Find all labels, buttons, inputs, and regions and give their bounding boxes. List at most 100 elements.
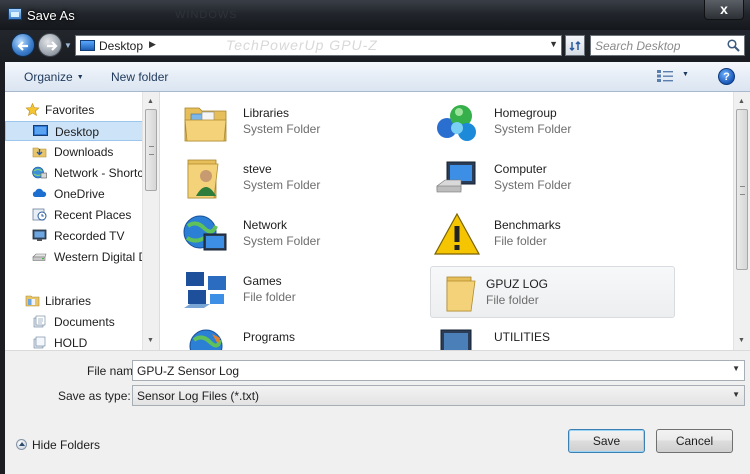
nav-label: Favorites (45, 103, 95, 117)
file-name: Computer (494, 162, 547, 176)
search-box[interactable] (590, 35, 745, 56)
file-tile[interactable]: steve System Folder (174, 152, 419, 204)
file-name: Games (243, 274, 282, 288)
file-type: File folder (494, 234, 547, 248)
nav-recorded-tv[interactable]: Recorded TV (5, 226, 146, 246)
star-icon (25, 103, 40, 116)
file-type: File folder (486, 293, 539, 307)
nav-label: HOLD (54, 336, 88, 350)
file-type: System Folder (243, 234, 321, 248)
address-row: ▼ Desktop ▶ TechPowerUp GPU-Z ▼ (0, 30, 750, 62)
file-tile[interactable]: Network System Folder (174, 208, 419, 260)
refresh-icon (569, 40, 581, 52)
nav-desktop[interactable]: Desktop (5, 121, 146, 141)
nav-label: Recorded TV (54, 229, 125, 243)
file-tile[interactable]: Libraries System Folder (174, 96, 419, 148)
network-icon (32, 166, 47, 179)
library-folder-icon (33, 336, 46, 349)
cancel-button[interactable]: Cancel (656, 429, 733, 453)
refresh-button[interactable] (565, 35, 585, 56)
nav-label: Recent Places (54, 208, 132, 222)
desktop-icon (80, 40, 95, 51)
organize-button[interactable]: Organize ▼ (24, 70, 84, 84)
file-tile[interactable]: UTILITIES (425, 320, 670, 350)
drive-icon (32, 253, 47, 261)
forward-arrow-icon (47, 41, 58, 51)
scroll-up-icon[interactable]: ▲ (147, 98, 154, 105)
nav-label: Downloads (54, 145, 114, 159)
hide-folders-button[interactable]: Hide Folders (16, 438, 100, 452)
file-name: Libraries (243, 106, 290, 120)
file-type: System Folder (243, 178, 321, 192)
programs-globe-icon (189, 329, 223, 350)
collapse-icon (16, 439, 27, 450)
title-bar: Save As WINDOWS x (0, 0, 750, 30)
nav-onedrive[interactable]: OneDrive (5, 184, 146, 204)
recent-pages-dropdown-icon[interactable]: ▼ (64, 41, 72, 50)
file-name-combo[interactable]: ▼ (132, 360, 745, 381)
file-tile[interactable]: Homegroup System Folder (425, 96, 670, 148)
utilities-monitor-icon (440, 329, 472, 350)
file-name: Homegroup (494, 106, 557, 120)
file-tile[interactable]: Programs (174, 320, 419, 350)
save-button[interactable]: Save (568, 429, 645, 453)
tv-icon (32, 229, 47, 241)
nav-favorites[interactable]: Favorites (5, 100, 146, 120)
address-dropdown-icon[interactable]: ▼ (549, 39, 558, 49)
search-icon[interactable] (727, 39, 740, 52)
file-tile-selected[interactable]: GPUZ LOG File folder (430, 266, 675, 318)
save-as-type-select[interactable]: Sensor Log Files (*.txt) ▼ (132, 385, 745, 406)
recent-places-icon (32, 208, 47, 221)
breadcrumb-chevron-icon[interactable]: ▶ (149, 39, 156, 50)
nav-label: Network - Shortcu (54, 166, 146, 180)
scrollbar-thumb[interactable] (145, 109, 157, 191)
file-list: Libraries System Folder Homegroup System… (160, 92, 733, 350)
folder-icon (446, 276, 476, 312)
scroll-up-icon[interactable]: ▲ (738, 98, 745, 105)
breadcrumb-desktop[interactable]: Desktop (99, 39, 143, 53)
file-name: Network (243, 218, 288, 232)
scroll-down-icon[interactable]: ▼ (147, 337, 154, 344)
nav-western-digital[interactable]: Western Digital D (5, 247, 146, 267)
games-icon (184, 272, 226, 308)
nav-recent-places[interactable]: Recent Places (5, 205, 146, 225)
back-button[interactable] (11, 33, 35, 57)
background-ghost-text: TechPowerUp GPU-Z (226, 37, 378, 53)
cloud-icon (32, 188, 47, 197)
file-name-input[interactable] (137, 363, 727, 378)
save-fields: File name: ▼ Save as type: Sensor Log Fi… (5, 350, 750, 408)
nav-documents[interactable]: Documents (5, 312, 146, 332)
file-name-dropdown-icon[interactable]: ▼ (732, 364, 740, 373)
warning-folder-icon (433, 212, 481, 255)
file-tile[interactable]: Benchmarks File folder (425, 208, 670, 260)
view-options-dropdown-icon[interactable]: ▼ (682, 71, 689, 78)
file-type: System Folder (494, 122, 572, 136)
change-view-icon[interactable] (656, 69, 676, 83)
navigation-scrollbar[interactable]: ▲ ▼ (142, 92, 159, 350)
command-toolbar: Organize ▼ New folder ▼ ? (5, 62, 750, 92)
nav-label: Desktop (55, 125, 100, 139)
nav-libraries[interactable]: Libraries (5, 291, 146, 311)
scrollbar-thumb[interactable] (736, 109, 748, 270)
address-bar[interactable]: Desktop ▶ TechPowerUp GPU-Z ▼ (75, 35, 562, 56)
nav-downloads[interactable]: Downloads (5, 142, 146, 162)
file-name: steve (243, 162, 272, 176)
scroll-down-icon[interactable]: ▼ (738, 337, 745, 344)
back-arrow-icon (17, 41, 28, 51)
help-button[interactable]: ? (718, 68, 735, 85)
nav-network-shortcut[interactable]: Network - Shortcu (5, 163, 146, 183)
new-folder-button[interactable]: New folder (111, 70, 168, 84)
close-button[interactable]: x (704, 0, 744, 20)
forward-button[interactable] (38, 33, 62, 57)
save-as-type-label: Save as type: (58, 389, 131, 403)
nav-hold[interactable]: HOLD (5, 333, 146, 350)
content-scrollbar[interactable]: ▲ ▼ (733, 92, 750, 350)
file-tile[interactable]: Computer System Folder (425, 152, 670, 204)
organize-caret-icon: ▼ (76, 74, 84, 81)
file-tile[interactable]: Games File folder (174, 264, 419, 316)
save-as-type-dropdown-icon[interactable]: ▼ (732, 390, 740, 399)
computer-icon (436, 161, 476, 193)
save-as-type-value: Sensor Log Files (*.txt) (137, 389, 260, 403)
search-input[interactable] (595, 38, 723, 53)
nav-label: Documents (54, 315, 115, 329)
